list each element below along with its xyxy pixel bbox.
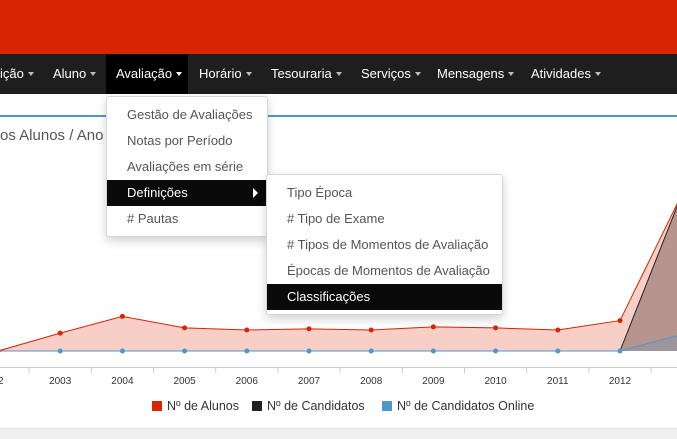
x-tick-label: 2004 (111, 376, 134, 387)
menu-item-label: Tipo Época (287, 185, 353, 200)
menu-item-label: Gestão de Avaliações (127, 107, 253, 122)
caret-down-icon (90, 71, 97, 76)
nav-label: Mensagens (437, 66, 505, 81)
nav-label: ição (0, 66, 24, 81)
menu-item-pautas[interactable]: # Pautas (107, 206, 267, 232)
nav-label: Aluno (53, 66, 87, 81)
caret-down-icon (508, 71, 515, 76)
menu-item-label: # Tipos de Momentos de Avaliação (287, 237, 489, 252)
data-point-online (182, 348, 188, 354)
caret-down-icon (335, 71, 342, 76)
nav-label: Horário (199, 66, 242, 81)
content-top-spacer (0, 94, 677, 114)
menu-item-notas-periodo[interactable]: Notas por Período (107, 128, 267, 154)
legend-label: Nº de Candidatos (267, 399, 365, 413)
nav-label: Serviços (361, 66, 411, 81)
x-tick-label: 2008 (360, 376, 383, 387)
data-point-alunos (617, 318, 623, 324)
data-point-online (306, 348, 312, 354)
submenu-item-tipos-momentos[interactable]: # Tipos de Momentos de Avaliação (267, 232, 502, 258)
caret-down-icon (27, 71, 34, 76)
main-navbar: ição Aluno Avaliação Horário Tesouraria … (0, 54, 677, 94)
data-point-alunos (493, 325, 499, 331)
x-tick-label: 2005 (173, 376, 196, 387)
panel-bottom-border (0, 428, 677, 439)
menu-item-label: # Tipo de Exame (287, 211, 385, 226)
x-tick-label: 2010 (484, 376, 507, 387)
data-point-online (368, 348, 374, 354)
data-point-online (57, 348, 63, 354)
submenu-item-tipo-exame[interactable]: # Tipo de Exame (267, 206, 502, 232)
nav-label: Avaliação (116, 66, 173, 81)
menu-item-label: Definições (127, 185, 188, 200)
menu-item-label: Notas por Período (127, 133, 233, 148)
definicoes-submenu: Tipo Época # Tipo de Exame # Tipos de Mo… (266, 174, 503, 315)
legend-item-candidatos-online[interactable]: Nº de Candidatos Online (382, 399, 534, 413)
caret-down-icon (414, 71, 421, 76)
menu-item-gestao-avaliacoes[interactable]: Gestão de Avaliações (107, 102, 267, 128)
data-point-alunos (182, 325, 188, 331)
header-banner (0, 0, 677, 54)
menu-item-label: Épocas de Momentos de Avaliação (287, 263, 490, 278)
menu-item-definicoes[interactable]: Definições (107, 180, 267, 206)
data-point-online (119, 348, 125, 354)
legend-swatch (152, 401, 162, 411)
data-point-online (493, 348, 499, 354)
x-tick-label: 2012 (609, 376, 632, 387)
chevron-right-icon (253, 188, 258, 198)
data-point-alunos (0, 349, 1, 353)
data-point-alunos (119, 313, 125, 319)
x-tick-label: 02 (0, 376, 4, 387)
data-point-alunos (555, 327, 561, 333)
legend-label: Nº de Alunos (167, 399, 239, 413)
legend-item-alunos[interactable]: Nº de Alunos (152, 399, 239, 413)
nav-item-atividades[interactable]: Atividades (522, 54, 610, 94)
nav-item-horario[interactable]: Horário (190, 54, 258, 94)
data-point-alunos (57, 330, 63, 336)
caret-down-icon (176, 71, 183, 76)
data-point-online (430, 348, 436, 354)
data-point-alunos (430, 324, 436, 330)
nav-item-mensagens[interactable]: Mensagens (428, 54, 520, 94)
x-tick-label: 2007 (298, 376, 321, 387)
data-point-online (617, 348, 623, 354)
x-tick-label: 2006 (236, 376, 259, 387)
x-tick-label: 2011 (547, 376, 569, 387)
submenu-item-tipo-epoca[interactable]: Tipo Época (267, 180, 502, 206)
nav-item-inscricao[interactable]: ição (0, 54, 37, 94)
avaliacao-dropdown-menu: Gestão de Avaliações Notas por Período A… (106, 96, 268, 237)
legend-swatch (252, 401, 262, 411)
caret-down-icon (594, 71, 601, 76)
menu-item-label: Avaliações em série (127, 159, 244, 174)
x-tick-label: 2003 (49, 376, 72, 387)
data-point-online (555, 348, 561, 354)
menu-item-label: # Pautas (127, 211, 179, 226)
legend-label: Nº de Candidatos Online (397, 399, 535, 413)
data-point-online (244, 348, 250, 354)
data-point-alunos (368, 327, 374, 333)
caret-down-icon (245, 71, 252, 76)
nav-item-tesouraria[interactable]: Tesouraria (262, 54, 348, 94)
nav-item-aluno[interactable]: Aluno (44, 54, 104, 94)
nav-item-avaliacao[interactable]: Avaliação (106, 54, 188, 94)
x-tick-label: 2009 (422, 376, 445, 387)
data-point-alunos (244, 327, 250, 333)
menu-item-avaliacoes-serie[interactable]: Avaliações em série (107, 154, 267, 180)
legend-swatch (382, 401, 392, 411)
submenu-item-epocas-momentos[interactable]: Épocas de Momentos de Avaliação (267, 258, 502, 284)
nav-label: Atividades (531, 66, 591, 81)
legend-item-candidatos[interactable]: Nº de Candidatos (252, 399, 365, 413)
nav-item-servicos[interactable]: Serviços (352, 54, 426, 94)
nav-label: Tesouraria (271, 66, 332, 81)
menu-item-label: Classificações (287, 289, 371, 304)
submenu-item-classificacoes[interactable]: Classificações (267, 284, 502, 310)
data-point-alunos (306, 326, 312, 332)
